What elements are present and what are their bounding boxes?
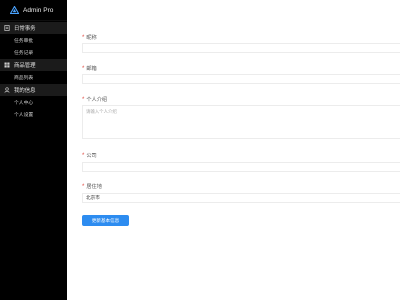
main-content: * 昵称 * 邮箱 * 个人介绍 请输入个人介绍 * 公司 * 居住地 北京市 … bbox=[67, 0, 400, 300]
document-icon bbox=[4, 25, 10, 31]
city-label: * 居住地 bbox=[82, 183, 102, 191]
sidebar-item-personal-settings[interactable]: 个人设置 bbox=[0, 108, 67, 120]
required-mark: * bbox=[82, 34, 85, 41]
bio-textarea[interactable]: 请输入个人介绍 bbox=[82, 105, 400, 139]
sidebar-group-label: 我的信息 bbox=[14, 88, 36, 94]
grid-icon bbox=[4, 62, 10, 68]
nickname-input[interactable] bbox=[82, 43, 400, 53]
update-info-button-label: 更新基本信息 bbox=[91, 217, 120, 223]
app-root: Admin Pro 日常事务 任务审批 任务记录 商品管理 商品列表 我的信息 … bbox=[0, 0, 400, 300]
email-input[interactable] bbox=[82, 74, 400, 84]
sidebar-item-label: 商品列表 bbox=[14, 75, 34, 81]
required-mark: * bbox=[82, 152, 85, 159]
brand[interactable]: Admin Pro bbox=[0, 0, 67, 21]
user-icon bbox=[4, 87, 10, 93]
app-title: Admin Pro bbox=[23, 6, 54, 14]
sidebar: Admin Pro 日常事务 任务审批 任务记录 商品管理 商品列表 我的信息 … bbox=[0, 0, 67, 300]
sidebar-group-label: 日常事务 bbox=[14, 26, 36, 32]
sidebar-item-personal-center[interactable]: 个人中心 bbox=[0, 96, 67, 108]
required-mark: * bbox=[82, 65, 85, 72]
city-label-text: 居住地 bbox=[86, 184, 102, 190]
sidebar-item-label: 任务审批 bbox=[14, 38, 34, 44]
company-input[interactable] bbox=[82, 162, 400, 172]
update-info-button[interactable]: 更新基本信息 bbox=[82, 215, 129, 226]
sidebar-item-product-list[interactable]: 商品列表 bbox=[0, 71, 67, 83]
logo-icon bbox=[10, 6, 19, 14]
required-mark: * bbox=[82, 183, 85, 190]
company-label-text: 公司 bbox=[86, 153, 97, 159]
sidebar-group-daily[interactable]: 日常事务 bbox=[0, 22, 67, 34]
sidebar-group-my-info[interactable]: 我的信息 bbox=[0, 84, 67, 96]
bio-placeholder: 请输入个人介绍 bbox=[86, 109, 117, 114]
email-label: * 邮箱 bbox=[82, 65, 97, 73]
sidebar-item-label: 任务记录 bbox=[14, 50, 34, 56]
sidebar-item-task-approval[interactable]: 任务审批 bbox=[0, 34, 67, 46]
sidebar-group-label: 商品管理 bbox=[14, 63, 36, 69]
company-label: * 公司 bbox=[82, 152, 97, 160]
sidebar-item-label: 个人中心 bbox=[14, 100, 34, 106]
bio-label: * 个人介绍 bbox=[82, 96, 108, 104]
sidebar-item-label: 个人设置 bbox=[14, 112, 34, 118]
required-mark: * bbox=[82, 96, 85, 103]
city-value: 北京市 bbox=[86, 195, 100, 200]
nickname-label: * 昵称 bbox=[82, 34, 97, 42]
sidebar-item-task-records[interactable]: 任务记录 bbox=[0, 46, 67, 58]
city-input[interactable]: 北京市 bbox=[82, 193, 400, 203]
sidebar-group-products[interactable]: 商品管理 bbox=[0, 59, 67, 71]
bio-label-text: 个人介绍 bbox=[86, 97, 108, 103]
nickname-label-text: 昵称 bbox=[86, 35, 97, 41]
email-label-text: 邮箱 bbox=[86, 66, 97, 72]
